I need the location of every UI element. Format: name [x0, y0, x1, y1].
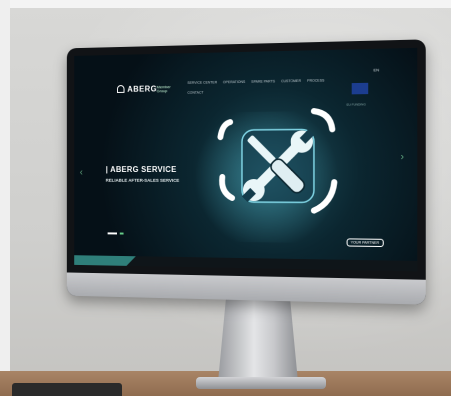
monitor-screen: ABERG Member Group SERVICE CENTER OPERAT… [74, 47, 418, 272]
slider-dot[interactable] [119, 232, 124, 235]
nav-item[interactable]: PROCESS [307, 78, 324, 82]
wrench-screwdriver-icon [203, 100, 353, 243]
brand-logo[interactable]: ABERG [116, 84, 158, 94]
eu-flag-icon [351, 82, 369, 95]
footer-accent [74, 255, 136, 266]
photo-left-border [0, 0, 10, 396]
sub-brand: Member Group [156, 84, 171, 94]
nav-item[interactable]: SPARE PARTS [251, 79, 275, 83]
monitor-stand [218, 298, 298, 382]
nav-item[interactable]: OPERATIONS [223, 80, 245, 84]
slider-dot-active[interactable] [107, 232, 117, 234]
photo-scene: ABERG Member Group SERVICE CENTER OPERAT… [0, 0, 451, 396]
language-switch[interactable]: EN [373, 67, 379, 72]
chevron-right-icon[interactable]: › [400, 151, 404, 162]
chevron-left-icon[interactable]: ‹ [80, 167, 83, 178]
partner-button[interactable]: YOUR PARTNER [346, 238, 384, 248]
keyboard [12, 383, 122, 396]
main-nav: SERVICE CENTER OPERATIONS SPARE PARTS CU… [187, 78, 326, 94]
brand-name: ABERG [127, 84, 158, 94]
nav-item[interactable]: CONTACT [187, 91, 203, 95]
slider-indicator [107, 232, 124, 235]
nav-item[interactable]: SERVICE CENTER [187, 80, 217, 84]
photo-top-border [0, 0, 451, 8]
eu-caption: EU FUNDING [346, 102, 366, 107]
monitor: ABERG Member Group SERVICE CENTER OPERAT… [66, 39, 426, 305]
monitor-stand-base [196, 377, 326, 389]
hero-title: | ABERG SERVICE [105, 165, 177, 174]
aberg-logo-icon [116, 85, 125, 93]
nav-item[interactable]: CUSTOMER [281, 79, 301, 83]
hero-subtitle: RELIABLE AFTER-SALES SERVICE [105, 177, 180, 183]
